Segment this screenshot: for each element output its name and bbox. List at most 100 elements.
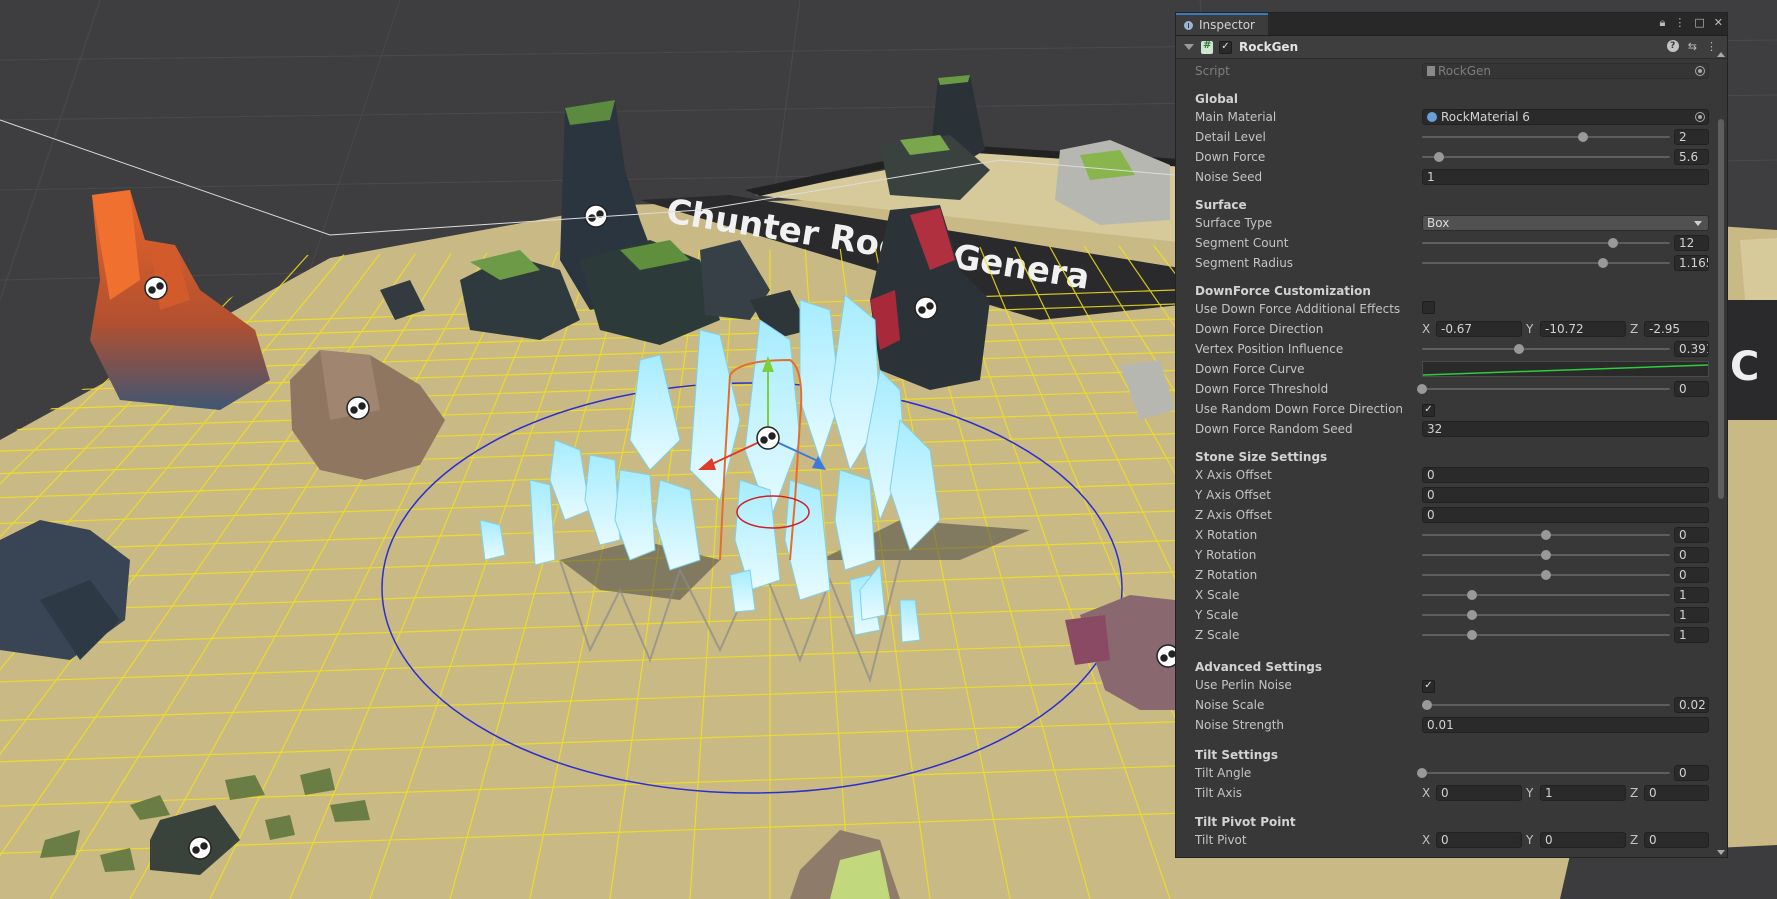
vertex-position-influence-slider[interactable] [1422,344,1670,354]
object-picker-icon [1695,66,1705,76]
x-axis-label[interactable]: X [1422,833,1436,847]
section-stone: Stone Size Settings [1195,450,1328,464]
close-icon[interactable]: ✕ [1714,16,1723,30]
y-scale-input[interactable]: 1 [1674,607,1709,623]
fold-arrow-icon[interactable] [1184,44,1194,50]
segment-count-input[interactable]: 12 [1674,235,1709,251]
segment-count-row: Segment Count 12 [1195,234,1709,252]
z-scale-slider[interactable] [1422,630,1670,640]
down-force-direction-y[interactable]: -10.72 [1540,321,1626,337]
noise-strength-input[interactable]: 0.01 [1422,717,1709,733]
down-force-direction-z[interactable]: -2.95 [1644,321,1709,337]
scroll-up-arrow-icon[interactable] [1717,52,1725,57]
use-down-force-additional-checkbox[interactable] [1422,301,1435,314]
slider-knob[interactable] [1578,132,1589,142]
slider-knob[interactable] [1417,768,1427,778]
z-axis-offset-label: Z Axis Offset [1195,508,1272,522]
slider-knob[interactable] [1421,700,1432,710]
noise-scale-slider[interactable] [1421,700,1670,710]
tilt-axis-z[interactable]: 0 [1644,785,1709,801]
component-enabled-checkbox[interactable]: ✓ [1219,40,1232,54]
noise-seed-input[interactable]: 1 [1422,169,1709,185]
x-rotation-input[interactable]: 0 [1674,527,1709,543]
slider-knob[interactable] [1541,550,1551,560]
inspector-scrollbar[interactable] [1717,52,1725,855]
x-axis-label[interactable]: X [1422,322,1436,336]
surface-type-dropdown[interactable]: Box [1422,215,1709,231]
down-force-threshold-input[interactable]: 0 [1674,381,1709,397]
z-rotation-input[interactable]: 0 [1674,567,1709,583]
y-scale-slider[interactable] [1422,610,1670,620]
down-force-slider[interactable] [1422,152,1670,162]
x-axis-offset-input[interactable]: 0 [1422,467,1709,483]
x-axis-label[interactable]: X [1422,786,1436,800]
preset-icon[interactable]: ⇆ [1688,40,1697,53]
tab-inspector[interactable]: Inspector [1176,13,1268,35]
slider-knob[interactable] [1513,344,1524,354]
slider-knob[interactable] [1541,530,1551,540]
y-axis-label[interactable]: Y [1526,786,1540,800]
slider-knob[interactable] [1598,258,1609,268]
tilt-pivot-x[interactable]: 0 [1436,832,1522,848]
slider-knob[interactable] [1466,610,1477,620]
slider-knob[interactable] [1434,152,1445,162]
y-axis-label[interactable]: Y [1526,322,1540,336]
z-rotation-row: Z Rotation 0 [1195,566,1709,584]
component-header[interactable]: ✓ RockGen ? ⇆ ⋮ [1176,36,1727,59]
use-random-down-force-direction-checkbox[interactable]: ✓ [1422,403,1435,417]
y-rotation-row: Y Rotation 0 [1195,546,1709,564]
y-rotation-input[interactable]: 0 [1674,547,1709,563]
segment-radius-input[interactable]: 1.165 [1674,255,1709,271]
x-rotation-row: X Rotation 0 [1195,526,1709,544]
down-force-curve-field[interactable] [1422,361,1709,377]
slider-knob[interactable] [1607,238,1618,248]
z-axis-label[interactable]: Z [1630,786,1644,800]
help-icon[interactable]: ? [1666,40,1679,52]
down-force-input[interactable]: 5.6 [1674,149,1709,165]
segment-radius-row: Segment Radius 1.165 [1195,254,1709,272]
down-force-curve-label: Down Force Curve [1195,362,1305,376]
more-vertical-icon[interactable]: ⋮ [1706,40,1717,53]
tilt-axis-x[interactable]: 0 [1436,785,1522,801]
scroll-down-arrow-icon[interactable] [1717,850,1725,855]
segment-radius-slider[interactable] [1422,258,1670,268]
object-picker-icon[interactable] [1695,112,1705,122]
tilt-pivot-z[interactable]: 0 [1644,832,1709,848]
maximize-icon[interactable]: □ [1694,16,1704,30]
z-axis-offset-input[interactable]: 0 [1422,507,1709,523]
down-force-random-seed-input[interactable]: 32 [1422,421,1709,437]
x-rotation-slider[interactable] [1422,530,1670,540]
detail-level-slider[interactable] [1422,132,1670,142]
use-perlin-noise-checkbox[interactable]: ✓ [1422,679,1435,693]
more-vertical-icon[interactable]: ⋮ [1674,16,1685,30]
slider-knob[interactable] [1466,630,1477,640]
y-rotation-slider[interactable] [1422,550,1670,560]
slider-knob[interactable] [1417,384,1427,394]
window-controls: 🔒︎ ⋮ □ ✕ [1660,16,1723,30]
tilt-angle-input[interactable]: 0 [1674,765,1709,781]
y-axis-offset-input[interactable]: 0 [1422,487,1709,503]
x-scale-input[interactable]: 1 [1674,587,1709,603]
x-scale-slider[interactable] [1422,590,1670,600]
lock-icon[interactable]: 🔒︎ [1660,16,1666,30]
tilt-pivot-y[interactable]: 0 [1540,832,1626,848]
tilt-angle-slider[interactable] [1417,768,1670,778]
tilt-axis-y[interactable]: 1 [1540,785,1626,801]
down-force-direction-x[interactable]: -0.67 [1436,321,1522,337]
tilt-angle-row: Tilt Angle 0 [1195,764,1709,782]
z-axis-label[interactable]: Z [1630,322,1644,336]
z-rotation-slider[interactable] [1422,570,1670,580]
slider-knob[interactable] [1466,590,1477,600]
slider-knob[interactable] [1541,570,1551,580]
detail-level-input[interactable]: 2 [1674,129,1709,145]
vertex-position-influence-input[interactable]: 0.391 [1674,341,1709,357]
main-material-field[interactable]: RockMaterial 6 [1422,109,1709,125]
down-force-threshold-slider[interactable] [1417,384,1670,394]
z-scale-input[interactable]: 1 [1674,627,1709,643]
noise-scale-input[interactable]: 0.02 [1674,697,1709,713]
segment-count-slider[interactable] [1422,238,1670,248]
scrollbar-thumb[interactable] [1718,119,1724,499]
y-scale-row: Y Scale 1 [1195,606,1709,624]
z-axis-label[interactable]: Z [1630,833,1644,847]
y-axis-label[interactable]: Y [1526,833,1540,847]
